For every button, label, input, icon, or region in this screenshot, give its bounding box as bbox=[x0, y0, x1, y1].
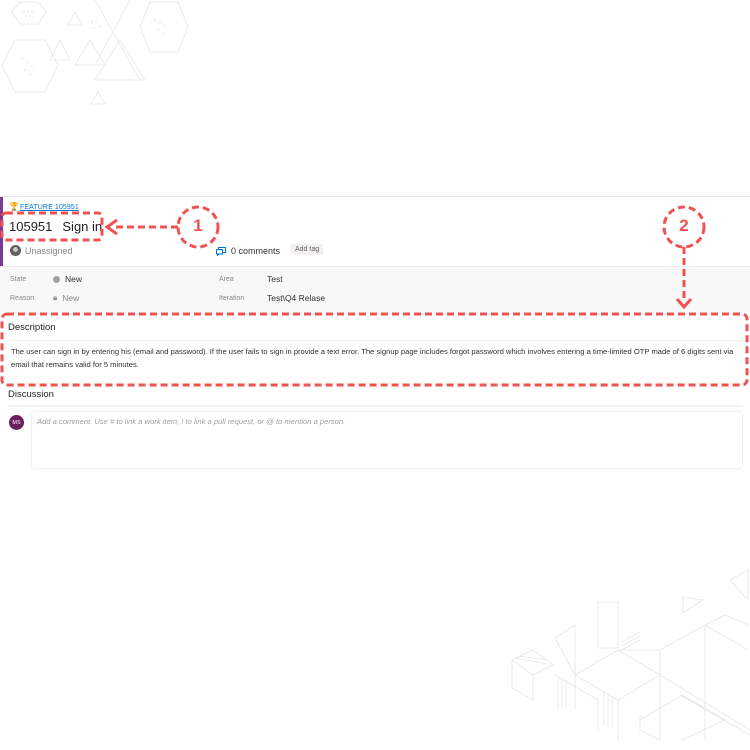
discussion-section: Discussion MS Add a comment. Use # to li… bbox=[0, 385, 750, 485]
callout-2-number: 2 bbox=[679, 216, 689, 235]
state-field[interactable]: New bbox=[53, 274, 82, 284]
iteration-value[interactable]: Test\Q4 Relase bbox=[267, 293, 325, 303]
work-item-title[interactable]: Sign in bbox=[62, 219, 102, 234]
area-field[interactable]: Test bbox=[267, 274, 283, 284]
background-pattern-bottom-right bbox=[511, 570, 750, 741]
description-divider bbox=[8, 340, 743, 341]
area-label: Area bbox=[219, 276, 234, 283]
discussion-divider bbox=[8, 405, 743, 407]
work-item-header: 🏆 FEATURE 105951 105951 Sign in Unassign… bbox=[0, 197, 750, 266]
state-label: State bbox=[10, 276, 27, 283]
background-pattern-top-left bbox=[1, 0, 189, 105]
assignee-picker[interactable]: Unassigned bbox=[10, 245, 73, 256]
iteration-field[interactable]: Test\Q4 Relase bbox=[267, 293, 325, 303]
work-item-type-color-bar bbox=[0, 197, 3, 266]
comment-placeholder: Add a comment. Use # to link a work item… bbox=[37, 417, 346, 426]
fields-panel: State New Reason 🔒︎ New Area Test Iterat… bbox=[0, 266, 750, 312]
callout-1-number: 1 bbox=[193, 216, 203, 235]
reason-label: Reason bbox=[10, 295, 35, 302]
iteration-label: Iteration bbox=[219, 295, 245, 302]
description-section: Description The user can sign in by ente… bbox=[0, 314, 750, 385]
comments-link[interactable]: 0 comments bbox=[216, 246, 280, 256]
add-tag-button[interactable]: Add tag bbox=[291, 244, 324, 255]
comments-count[interactable]: 0 comments bbox=[231, 246, 280, 256]
lock-icon: 🔒︎ bbox=[53, 293, 58, 302]
comment-input[interactable]: Add a comment. Use # to link a work item… bbox=[31, 411, 743, 469]
description-title: Description bbox=[8, 322, 56, 333]
person-icon bbox=[10, 245, 21, 256]
circle-icon bbox=[53, 275, 60, 283]
discussion-title: Discussion bbox=[8, 389, 54, 400]
reason-field: 🔒︎ New bbox=[53, 293, 79, 303]
comment-icon bbox=[216, 246, 226, 256]
reason-value: New bbox=[62, 293, 80, 303]
description-text[interactable]: The user can sign in by entering his (em… bbox=[11, 346, 741, 371]
parent-feature-link[interactable]: 🏆 FEATURE 105951 bbox=[9, 203, 79, 211]
work-item-title-row[interactable]: 105951 Sign in bbox=[9, 219, 102, 234]
trophy-icon: 🏆 bbox=[9, 202, 19, 211]
parent-link-text[interactable]: FEATURE 105951 bbox=[20, 204, 79, 211]
work-item-id: 105951 bbox=[9, 219, 53, 234]
state-value[interactable]: New bbox=[65, 274, 82, 284]
work-item-form: 🏆 FEATURE 105951 105951 Sign in Unassign… bbox=[0, 196, 750, 486]
avatar: MS bbox=[9, 415, 24, 430]
assignee-text[interactable]: Unassigned bbox=[25, 246, 73, 256]
area-value[interactable]: Test bbox=[267, 274, 283, 284]
